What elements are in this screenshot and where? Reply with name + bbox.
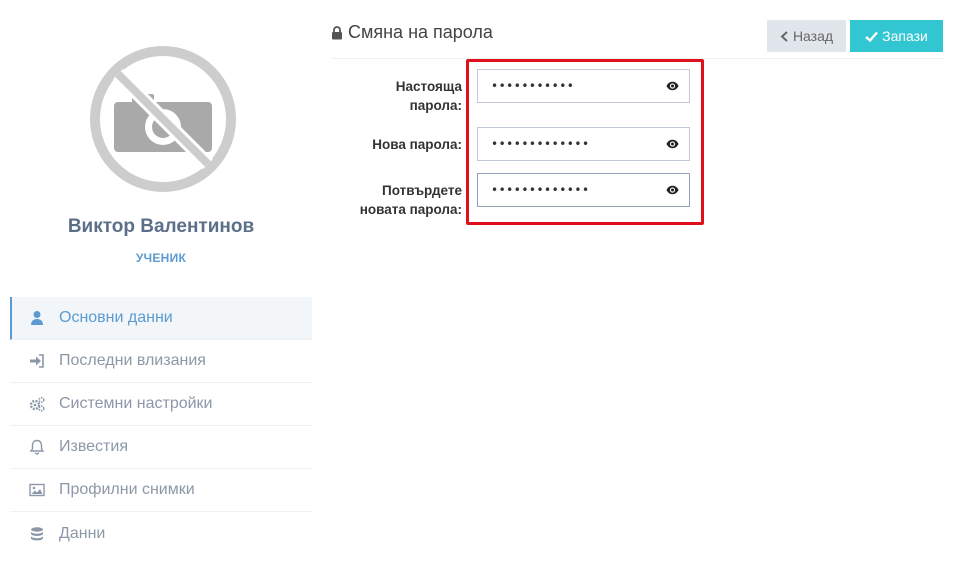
profile-role: УЧЕНИК (135, 251, 187, 265)
sidebar-item-label: Последни влизания (59, 352, 206, 369)
page-title: Смяна на парола (331, 22, 493, 43)
back-button-label: Назад (792, 28, 834, 44)
no-photo-icon (88, 44, 238, 194)
sidebar-item-label: Данни (59, 524, 106, 542)
back-button[interactable]: Назад (767, 20, 846, 52)
sidebar-item-notifications[interactable]: Известия (10, 426, 312, 469)
profile-name: Виктор Валентинов (67, 216, 255, 237)
page-title-text: Смяна на парола (348, 22, 493, 42)
chevron-left-icon (780, 30, 788, 42)
sidebar-item-data[interactable]: Данни (10, 512, 312, 555)
sign-in-icon (28, 352, 46, 370)
sidebar-item-label: Известия (59, 438, 128, 455)
save-button[interactable]: Запази (850, 20, 943, 52)
sidebar-item-last-logins[interactable]: Последни влизания (10, 340, 312, 383)
highlight-box (466, 59, 704, 225)
save-button-label: Запази (882, 28, 928, 44)
new-password-label: Нова парола: (372, 137, 462, 152)
sidebar-item-label: Системни настройки (59, 395, 213, 412)
main-content: Смяна на парола Назад Запази Настояща па… (331, 0, 944, 572)
current-password-label: Настояща парола: (395, 79, 462, 113)
sidebar-item-label: Профилни снимки (59, 481, 195, 498)
profile-sidebar: Виктор Валентинов УЧЕНИК Основни данни П… (10, 0, 312, 572)
database-icon (28, 525, 46, 543)
sidebar-item-label: Основни данни (59, 309, 173, 326)
profile-menu: Основни данни Последни влизания Системни… (10, 297, 312, 555)
sidebar-item-basic-data[interactable]: Основни данни (10, 297, 312, 340)
image-icon (28, 481, 46, 499)
sidebar-item-system-settings[interactable]: Системни настройки (10, 383, 312, 426)
bell-icon (28, 438, 46, 456)
check-icon (865, 31, 879, 42)
sidebar-item-profile-pictures[interactable]: Профилни снимки (10, 469, 312, 512)
lock-icon (332, 25, 342, 39)
gears-icon (28, 395, 46, 413)
confirm-password-label: Потвърдете новата парола: (359, 183, 462, 217)
user-icon (28, 309, 46, 327)
